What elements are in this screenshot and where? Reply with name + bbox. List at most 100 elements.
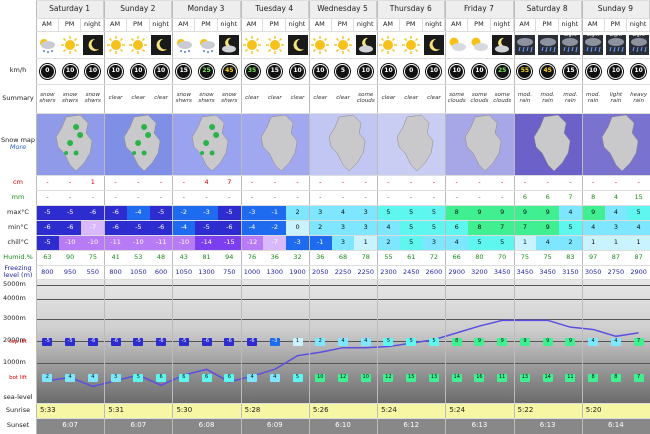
top-lift-temp: 9 [519,338,530,346]
wind-speed: 45 [536,58,559,84]
snowmap-more-link[interactable]: More [10,143,26,151]
snow-amount: - [68,178,72,187]
top-lift-temp: 9 [542,338,553,346]
snow-amount: - [341,178,345,187]
humidity: 36 [270,253,279,262]
snow-map-thumbnail[interactable] [104,113,174,175]
wind-speed: 10 [150,58,173,84]
snow-amount: - [364,178,367,187]
wind-dial: 45 [540,63,556,79]
snow-amount: - [523,178,527,187]
wind-dial: 0 [403,63,419,79]
day-header[interactable]: Wednesday 5 [308,0,378,18]
top-lift-temp: -5 [133,338,144,346]
day-header[interactable]: Tuesday 4 [240,0,309,18]
snow-amount: 1 [90,178,95,187]
period-label: PM [263,18,287,31]
sunrise-time: 5:31 [104,403,173,418]
period-label: night [422,18,446,31]
freezing-level: 3450 [493,267,511,276]
summary-text: clear [404,94,419,101]
min-temp: -5 [126,220,150,235]
summary-text: some clouds [470,91,489,104]
sunset-time: 6:14 [581,418,650,434]
day-header[interactable]: Sunday 9 [581,0,650,18]
period-label: AM [377,18,400,31]
sunrise-time: 5:24 [445,403,514,418]
rain-amount: - [319,193,322,202]
chill-temp: 3 [422,235,446,250]
rain-icon: Light [581,31,605,58]
max-temp: 4 [604,205,628,220]
top-lift-temp: 4 [588,338,599,346]
summary-text: clear [290,94,305,101]
top-lift-temp: 7 [633,338,644,346]
summary-label: Summary [2,93,34,102]
snow-map-thumbnail[interactable] [445,113,515,175]
rain-amount: - [250,193,254,202]
summary-text: clear [108,94,123,101]
summary-text: mod. rain [563,91,578,104]
sunrise-time: 5:26 [308,403,378,418]
min-temp: -6 [149,220,173,235]
moon-cloud-icon [217,31,241,58]
period-label: PM [399,18,423,31]
max-temp: 5 [399,205,423,220]
rain-amount: 8 [591,193,596,202]
snow-map-thumbnail[interactable] [513,113,583,175]
sun-icon [399,31,423,58]
wind-speed: 5 [332,58,355,84]
snow-map-thumbnail[interactable] [581,113,650,175]
bottom-lift-temp: 12 [383,374,394,382]
snow-amount: - [296,178,299,187]
snow-map-thumbnail[interactable] [240,113,310,175]
sunrise-time: 5:22 [513,403,582,418]
snow-amount: - [501,178,504,187]
max-temp: -5 [149,205,173,220]
period-label: AM [104,18,127,31]
bottom-lift-temp: 8 [588,374,599,382]
row-separator [36,418,650,419]
day-header[interactable]: Saturday 8 [513,0,582,18]
row-separator [36,235,650,236]
moon-icon [149,31,173,58]
max-temp: 4 [331,205,355,220]
day-header[interactable]: Saturday 1 [36,0,105,18]
rain-amount: - [137,193,140,202]
wind-speed: 15 [172,58,195,84]
min-temp: 4 [377,220,400,235]
humidity: 66 [452,253,461,262]
top-lift-temp: 4 [360,338,371,346]
snow-map-thumbnail[interactable] [36,113,106,175]
humidity: 90 [65,253,75,262]
humidity: 76 [247,253,257,262]
freezing-level: 3150 [562,267,579,276]
summary-text: clear [245,94,259,101]
wind-dial: 15 [176,63,192,79]
humidity-label: Humid.% [3,252,33,261]
snow-map-thumbnail[interactable] [308,113,379,175]
snow-amount: - [159,178,163,187]
period-label: night [490,18,514,31]
snow-map-thumbnail[interactable] [172,113,242,175]
sunrise-label: Sunrise [5,405,31,414]
row-separator [36,279,650,280]
humidity: 97 [588,253,598,262]
chill-temp: -11 [104,235,127,250]
day-separator [172,0,174,434]
max-temp: 9 [581,205,605,220]
chill-temp: 1 [581,235,605,250]
day-header[interactable]: Sunday 2 [104,0,173,18]
snow-amount: - [182,178,185,187]
rain-amount: - [159,193,163,202]
summary-text: clear [131,94,146,101]
bottom-lift-temp: 14 [542,374,553,382]
snow-map-thumbnail[interactable] [377,113,447,175]
day-header[interactable]: Thursday 6 [377,0,446,18]
day-header[interactable]: Monday 3 [172,0,241,18]
chill-temp: -5 [36,235,59,250]
summary-text: some clouds [447,91,466,104]
max-temp: -5 [217,205,241,220]
day-header[interactable]: Friday 7 [445,0,514,18]
period-label: AM [240,18,264,31]
